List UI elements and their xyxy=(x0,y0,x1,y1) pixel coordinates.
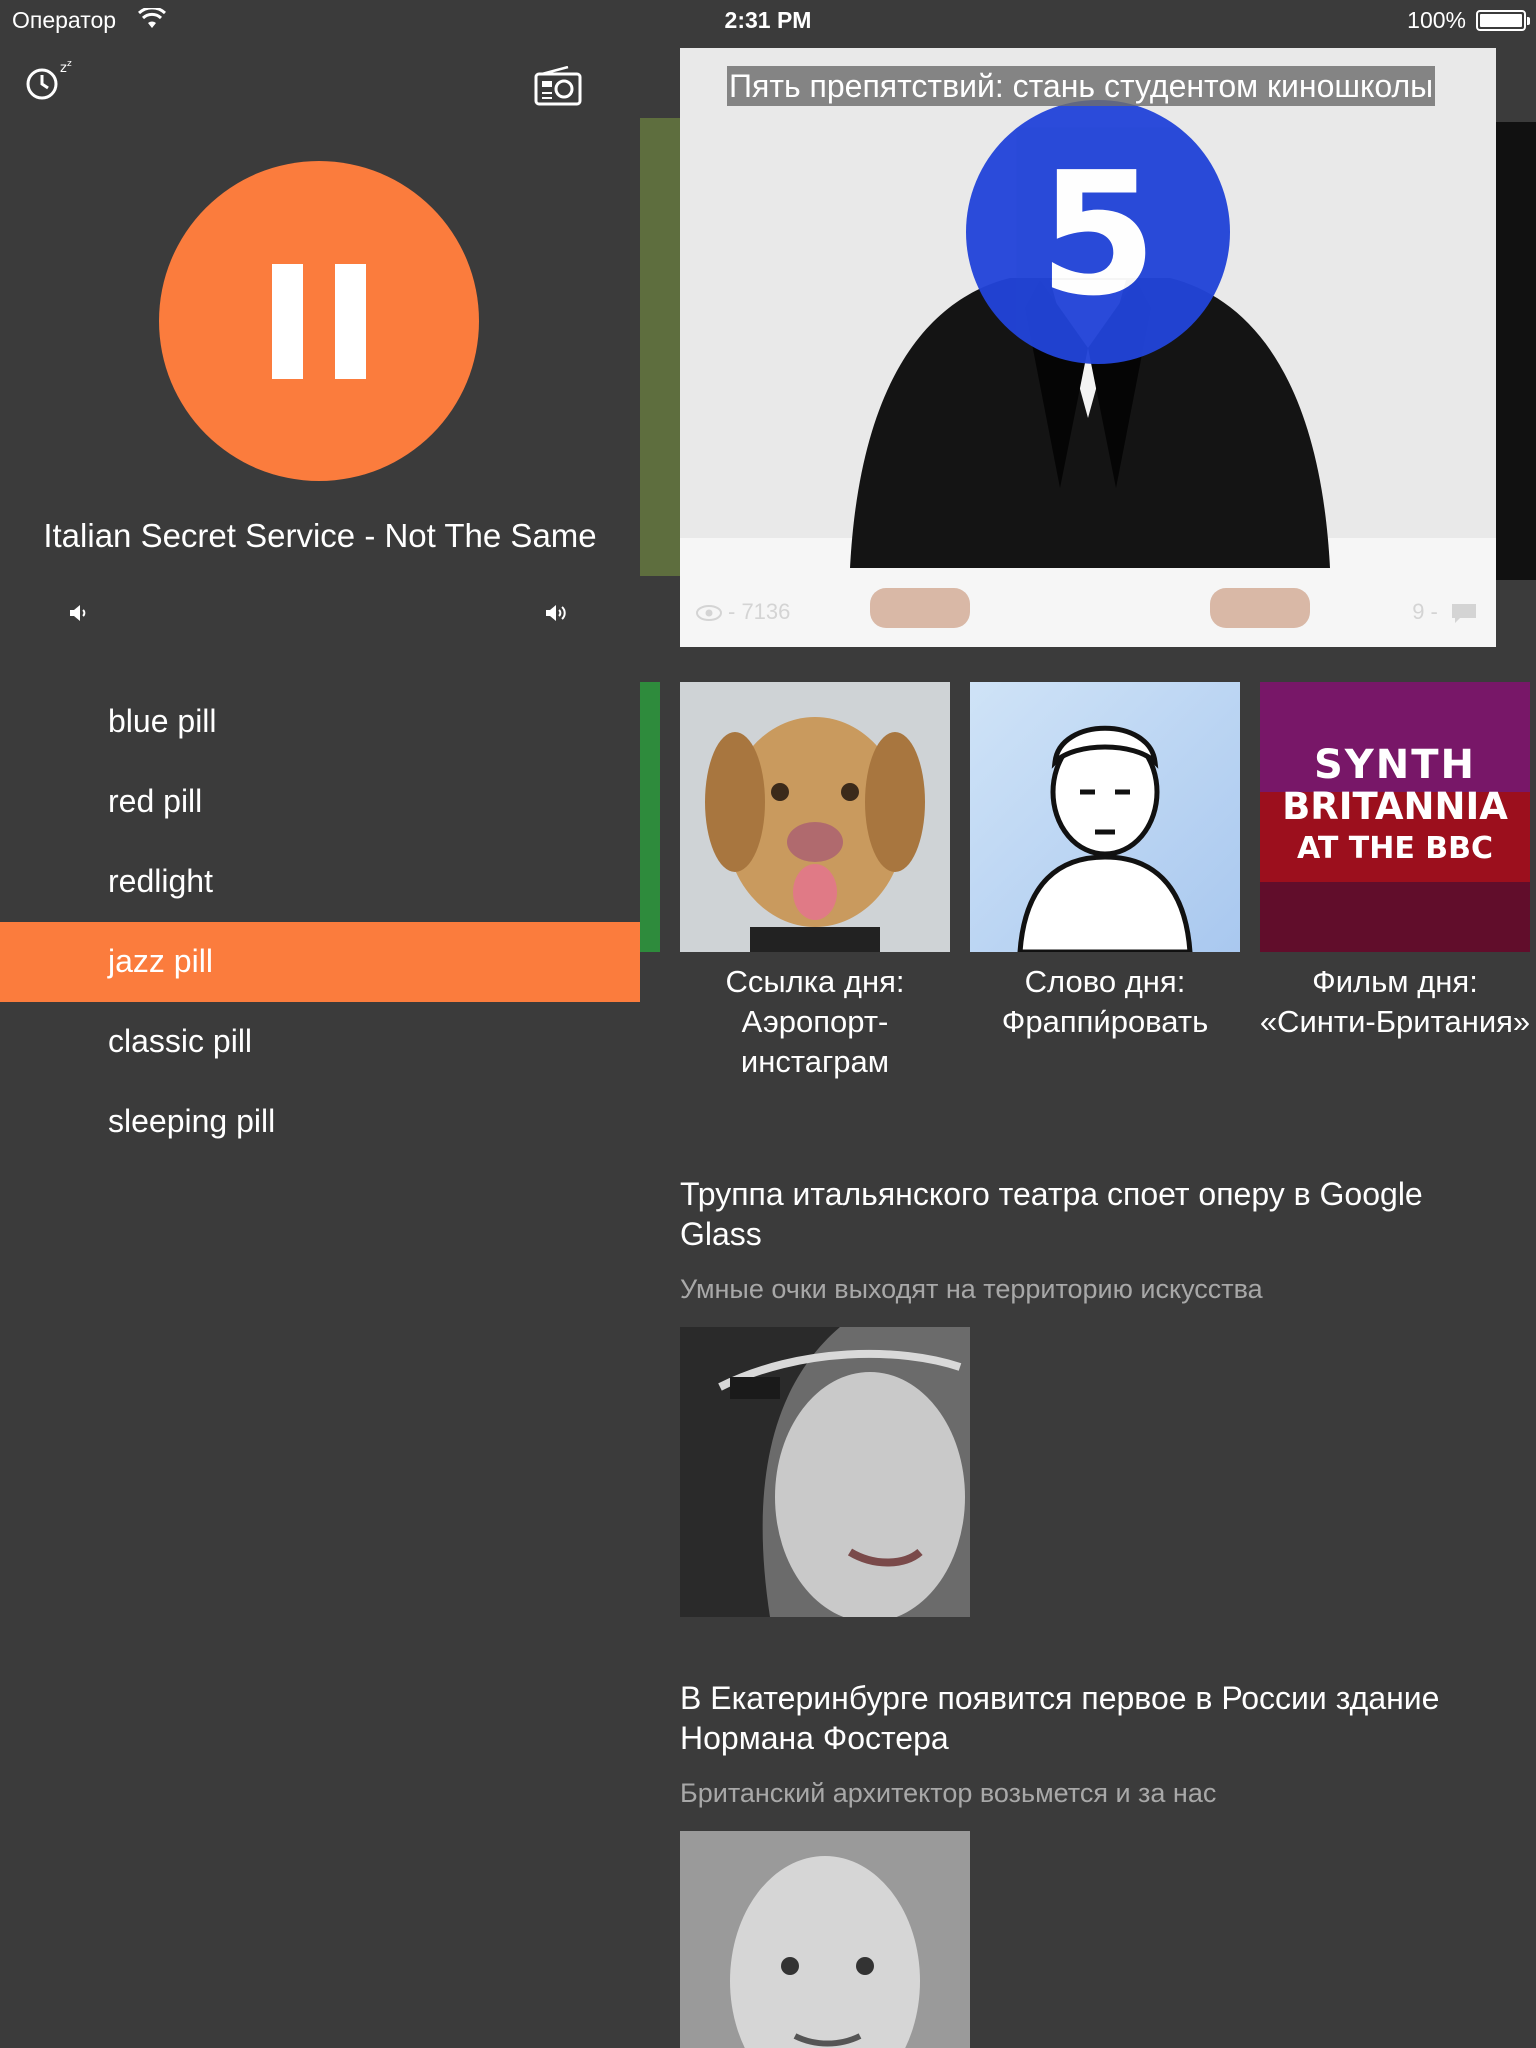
article-item[interactable]: В Екатеринбурге появится первое в России… xyxy=(680,1678,1500,2048)
article-title: Труппа итальянского театра споет оперу в… xyxy=(680,1176,1423,1252)
station-list: blue pill red pill redlight jazz pill cl… xyxy=(0,682,640,1162)
station-item[interactable]: blue pill xyxy=(0,682,640,762)
station-item-selected[interactable]: jazz pill xyxy=(0,922,640,1002)
eye-icon xyxy=(696,605,722,622)
hero-title[interactable]: Пять препятствий: стань студентом киношк… xyxy=(727,66,1436,106)
tile-caption: Слово дня: Фраппи́ровать xyxy=(1001,964,1209,1039)
sleep-timer-icon[interactable]: z z xyxy=(22,58,78,104)
article-subtitle: Британский архитектор возьмется и за нас xyxy=(680,1778,1217,1808)
station-item[interactable]: sleeping pill xyxy=(0,1082,640,1162)
comment-icon xyxy=(1452,604,1476,624)
article-image xyxy=(680,1831,970,2048)
pause-icon xyxy=(272,264,303,379)
radio-player-panel: z z Italian Secret Service - Not The Sam… xyxy=(0,0,640,2048)
article-subtitle: Умные очки выходят на территорию искусст… xyxy=(680,1274,1263,1304)
station-item[interactable]: redlight xyxy=(0,842,640,922)
poster-line-1: SYNTH xyxy=(1313,742,1476,788)
synth-britannia-image: SYNTH BRITANNIA AT THE BBC xyxy=(1260,682,1530,952)
tile-previous-peek[interactable] xyxy=(640,682,660,952)
article-title: В Екатеринбурге появится первое в России… xyxy=(680,1680,1440,1756)
station-item[interactable]: classic pill xyxy=(0,1002,640,1082)
hero-comments-value: 9 - xyxy=(1412,599,1438,624)
hero-view-count: - 7136 xyxy=(696,599,790,625)
poster-line-3a: AT THE xyxy=(1296,831,1415,866)
battery-icon xyxy=(1476,10,1530,31)
poster-line-2: BRITANNIA xyxy=(1282,785,1508,828)
tile-film-of-day[interactable]: SYNTH BRITANNIA AT THE BBC Фильм дня: «С… xyxy=(1260,682,1530,1042)
station-item[interactable]: red pill xyxy=(0,762,640,842)
svg-text:z: z xyxy=(60,61,67,76)
article-item[interactable]: Труппа итальянского театра споет оперу в… xyxy=(680,1174,1500,1617)
poster-line-3: AT THE BBC xyxy=(1260,828,1530,870)
hero-badge-number: 5 xyxy=(1038,136,1158,334)
tile-word-of-day[interactable]: Слово дня: Фраппи́ровать xyxy=(970,682,1240,1042)
daily-tiles: Ссылка дня: Аэропорт-инстаграм Слово дня… xyxy=(680,682,1536,1082)
hero-comment-count: 9 - xyxy=(1412,599,1478,625)
now-playing-title: Italian Secret Service - Not The Same xyxy=(43,517,597,554)
hero-previous-card-peek[interactable] xyxy=(640,118,680,576)
dog-image xyxy=(680,682,950,952)
man-illustration-image xyxy=(970,682,1240,952)
article-image xyxy=(680,1327,970,1617)
tile-caption: Фильм дня: «Синти-Британия» xyxy=(1259,964,1531,1039)
hero-number-badge: 5 xyxy=(966,100,1230,364)
poster-line-3b: BBC xyxy=(1425,831,1494,866)
battery-percent: 100% xyxy=(1407,7,1466,33)
pause-button[interactable] xyxy=(159,161,479,481)
status-bar: Оператор 2:31 PM 100% xyxy=(0,0,1536,40)
status-time: 2:31 PM xyxy=(724,7,812,33)
news-feed[interactable]: 5 Пять препятствий: стань студентом кино… xyxy=(640,0,1536,2048)
tile-link-of-day[interactable]: Ссылка дня: Аэропорт-инстаграм xyxy=(680,682,950,1082)
hero-views-value: - 7136 xyxy=(728,599,791,624)
radio-icon[interactable] xyxy=(534,66,582,106)
hero-card[interactable]: 5 Пять препятствий: стань студентом кино… xyxy=(680,48,1496,647)
svg-text:z: z xyxy=(67,59,72,69)
tile-caption: Ссылка дня: Аэропорт-инстаграм xyxy=(725,964,905,1079)
volume-low-icon[interactable] xyxy=(68,602,90,624)
volume-high-icon[interactable] xyxy=(544,602,570,624)
hero-next-card-peek[interactable] xyxy=(1496,122,1536,580)
